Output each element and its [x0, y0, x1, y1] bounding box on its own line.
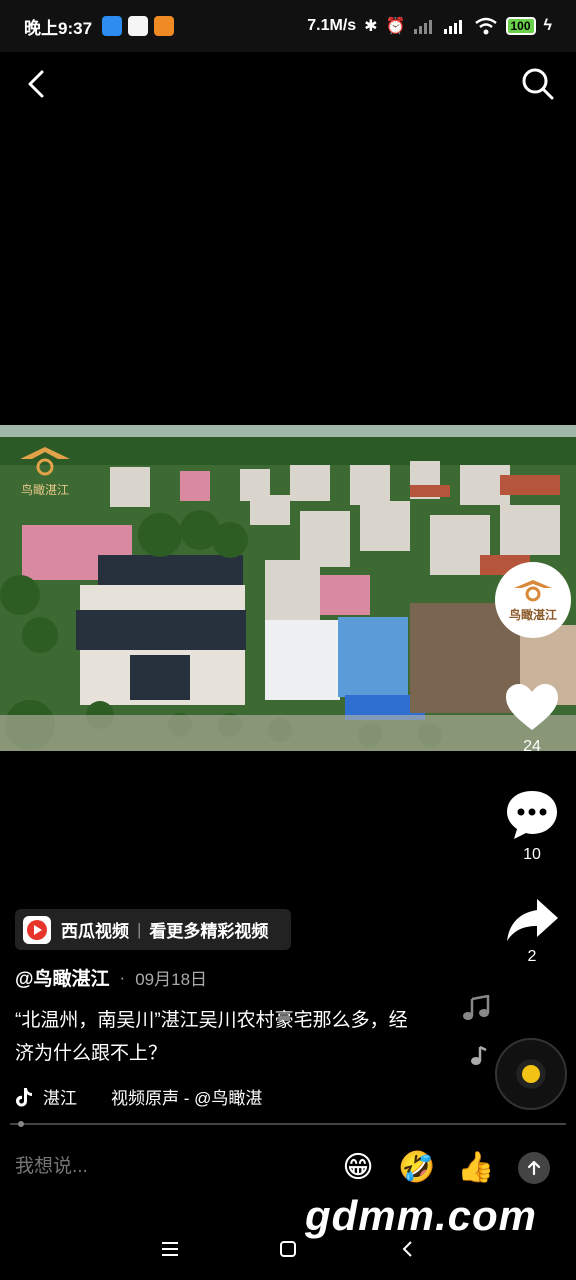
comment-input[interactable]	[15, 1156, 315, 1178]
music-note-icon	[463, 995, 490, 1020]
comment-button[interactable]: 10	[496, 788, 568, 864]
location-label[interactable]: 湛江	[43, 1084, 77, 1109]
blue-app-icon	[102, 16, 123, 36]
arrow-up-icon	[527, 1160, 541, 1176]
like-count: 24	[523, 738, 541, 755]
search-icon	[522, 68, 554, 100]
laugh-cry-emoji-button[interactable]: 🤣	[397, 1148, 437, 1188]
author-avatar[interactable]: 鸟瞰湛江	[495, 562, 571, 638]
share-arrow-icon	[507, 899, 558, 941]
menu-nav-icon[interactable]	[155, 1234, 185, 1264]
video-player[interactable]: 鸟瞰湛江	[0, 425, 576, 751]
post-date: 09月18日	[135, 970, 208, 989]
top-nav	[0, 52, 576, 116]
system-nav-bar	[0, 1220, 576, 1280]
home-nav-icon[interactable]	[273, 1234, 303, 1264]
status-time: 晚上9:37	[24, 18, 93, 38]
svg-text:鸟瞰湛江: 鸟瞰湛江	[21, 482, 69, 497]
post-caption[interactable]: “北温州，南吴川”湛江吴川农村豪宅那么多，经济为什么跟不上？	[15, 1004, 415, 1070]
browser-app-icon	[128, 16, 149, 36]
back-nav-icon[interactable]	[393, 1234, 423, 1264]
music-line[interactable]: 湛江 视频原声 - @鸟瞰湛	[15, 1084, 262, 1109]
heart-icon	[506, 684, 558, 730]
author-name[interactable]: @鸟瞰湛江	[15, 964, 110, 991]
avatar-label: 鸟瞰湛江	[508, 607, 557, 622]
music-note-small-icon	[471, 1045, 487, 1065]
share-count: 2	[527, 948, 537, 965]
promo-separator: |	[137, 919, 142, 939]
charging-icon: ϟ	[543, 17, 552, 34]
video-frame-aerial-village	[0, 425, 576, 751]
tiktok-note-icon	[16, 1087, 32, 1106]
author-line: @鸟瞰湛江 · 09月18日	[15, 964, 207, 991]
wifi-icon	[474, 17, 497, 35]
battery-indicator: 100	[505, 17, 536, 35]
brand-watermark-logo: 鸟瞰湛江	[20, 447, 70, 497]
promo-text: 看更多精彩视频	[149, 922, 269, 941]
comment-bar: 😁 🤣 👍	[0, 1140, 576, 1196]
search-button[interactable]	[518, 64, 558, 104]
video-progress-bar[interactable]	[10, 1121, 566, 1127]
music-title[interactable]: 视频原声 - @鸟瞰湛	[111, 1084, 262, 1109]
bluetooth-icon: ✱	[364, 18, 378, 35]
network-speed: 7.1M/s	[307, 17, 357, 34]
orange-app-icon	[154, 16, 175, 36]
back-button[interactable]	[18, 64, 58, 104]
date-separator: ·	[119, 967, 126, 987]
send-button[interactable]	[518, 1152, 550, 1184]
promo-app-name: 西瓜视频	[61, 922, 129, 941]
status-bar: 晚上9:37 7.1M/s ✱ ⏰ 100 ϟ	[0, 0, 576, 52]
progress-handle[interactable]	[18, 1121, 24, 1127]
signal-hd-icon	[443, 20, 462, 34]
disc-center	[522, 1065, 540, 1083]
xigua-promo-banner[interactable]: 西瓜视频 | 看更多精彩视频	[15, 909, 291, 950]
grin-emoji-button[interactable]: 😁	[338, 1148, 378, 1188]
music-disc[interactable]	[495, 1038, 567, 1110]
alarm-icon: ⏰	[385, 18, 406, 35]
share-button[interactable]: 2	[496, 896, 568, 966]
like-button[interactable]: 24	[496, 682, 568, 756]
comment-icon	[507, 791, 557, 839]
comment-count: 10	[523, 846, 541, 863]
chevron-left-icon	[28, 70, 44, 98]
xigua-logo-icon	[23, 915, 51, 944]
drone-logo-icon	[514, 579, 552, 601]
signal-icon	[413, 20, 432, 34]
thumbs-up-emoji-button[interactable]: 👍	[456, 1148, 496, 1188]
